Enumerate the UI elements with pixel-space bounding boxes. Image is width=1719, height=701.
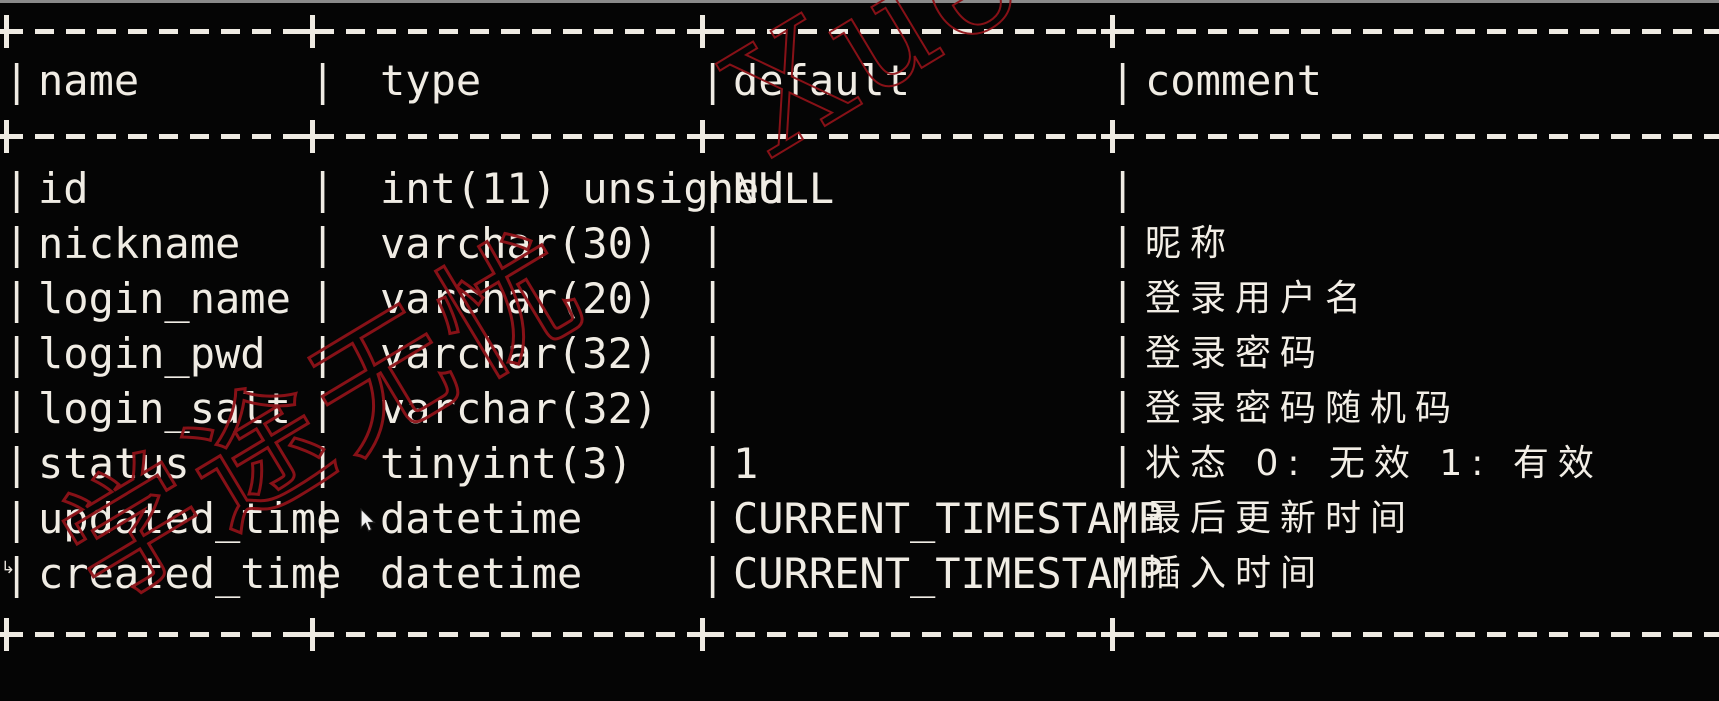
- terminal-output: | name | type | default | comment | id |…: [0, 3, 1719, 701]
- column-separator: |: [1110, 549, 1136, 598]
- column-separator: |: [700, 494, 726, 543]
- column-separator: |: [1110, 164, 1136, 213]
- column-separator: |: [310, 219, 336, 268]
- cell-name: nickname: [38, 219, 241, 268]
- cell-type: datetime: [380, 494, 583, 543]
- cell-comment: 昵称: [1145, 223, 1236, 264]
- column-separator: |: [310, 494, 336, 543]
- column-separator: |: [1110, 329, 1136, 378]
- cell-type: varchar(32): [380, 329, 659, 378]
- cell-name: status: [38, 439, 190, 488]
- column-separator: |: [4, 439, 30, 488]
- rule-segment: [315, 632, 700, 637]
- column-separator: |: [700, 164, 726, 213]
- column-separator: |: [4, 56, 30, 105]
- rule-segment: [1115, 29, 1719, 34]
- cell-name: login_name: [38, 274, 291, 323]
- cell-type: datetime: [380, 549, 583, 598]
- column-separator: |: [4, 274, 30, 323]
- rule-segment: [705, 632, 1110, 637]
- cell-comment: 状态 0: 无效 1: 有效: [1145, 443, 1603, 484]
- cell-name: created_time: [38, 549, 342, 598]
- column-separator: |: [700, 219, 726, 268]
- rule-segment: [1115, 134, 1719, 139]
- cell-type: varchar(20): [380, 274, 659, 323]
- cell-name: updated_time: [38, 494, 342, 543]
- column-separator: |: [4, 219, 30, 268]
- rule-segment: [705, 29, 1110, 34]
- cell-comment: 登录用户名: [1145, 278, 1371, 319]
- column-separator: |: [1110, 384, 1136, 433]
- cell-name: login_pwd: [38, 329, 266, 378]
- column-separator: |: [1110, 439, 1136, 488]
- rule-segment: [315, 29, 700, 34]
- cell-comment: 插入时间: [1145, 553, 1326, 594]
- cell-comment: 登录密码: [1145, 333, 1326, 374]
- cell-type: tinyint(3): [380, 439, 633, 488]
- cell-comment: 最后更新时间: [1145, 498, 1416, 539]
- column-separator: |: [700, 439, 726, 488]
- column-separator: |: [310, 329, 336, 378]
- column-separator: |: [310, 164, 336, 213]
- rule-segment: [4, 134, 304, 139]
- terminal-window: | name | type | default | comment | id |…: [0, 0, 1719, 701]
- rule-junction: [0, 15, 18, 48]
- column-separator: |: [1110, 56, 1136, 105]
- text-caret-icon: ↳: [1, 558, 16, 578]
- cell-default: CURRENT_TIMESTAMP: [733, 494, 1163, 543]
- cell-name: id: [38, 164, 89, 213]
- cell-type: varchar(30): [380, 219, 659, 268]
- column-separator: |: [1110, 219, 1136, 268]
- rule-segment: [315, 134, 700, 139]
- table-rule-top: [0, 3, 1719, 58]
- column-separator: |: [700, 549, 726, 598]
- column-separator: |: [4, 164, 30, 213]
- header-cell-default: default: [733, 56, 911, 105]
- column-separator: |: [700, 274, 726, 323]
- table-rule-header: [0, 108, 1719, 163]
- column-separator: |: [310, 274, 336, 323]
- cell-default: NULL: [733, 164, 835, 213]
- rule-junction: [0, 120, 18, 153]
- header-cell-comment: comment: [1145, 56, 1323, 105]
- rule-segment: [705, 134, 1110, 139]
- column-separator: |: [4, 494, 30, 543]
- cell-default: 1: [733, 439, 759, 488]
- column-separator: |: [4, 329, 30, 378]
- cell-name: login_salt: [38, 384, 291, 433]
- rule-segment: [4, 29, 304, 34]
- header-cell-type: type: [380, 56, 482, 105]
- cell-default: CURRENT_TIMESTAMP: [733, 549, 1163, 598]
- column-separator: |: [310, 56, 336, 105]
- rule-segment: [1115, 632, 1719, 637]
- rule-segment: [4, 632, 304, 637]
- column-separator: |: [1110, 274, 1136, 323]
- column-separator: |: [310, 549, 336, 598]
- column-separator: |: [700, 56, 726, 105]
- cell-type: varchar(32): [380, 384, 659, 433]
- cell-comment: 登录密码随机码: [1145, 388, 1461, 429]
- column-separator: |: [700, 329, 726, 378]
- column-separator: |: [310, 439, 336, 488]
- column-separator: |: [4, 384, 30, 433]
- table-rule-bottom: [0, 606, 1719, 661]
- column-separator: |: [310, 384, 336, 433]
- rule-junction: [0, 618, 18, 651]
- column-separator: |: [1110, 494, 1136, 543]
- column-separator: |: [700, 384, 726, 433]
- header-cell-name: name: [38, 56, 140, 105]
